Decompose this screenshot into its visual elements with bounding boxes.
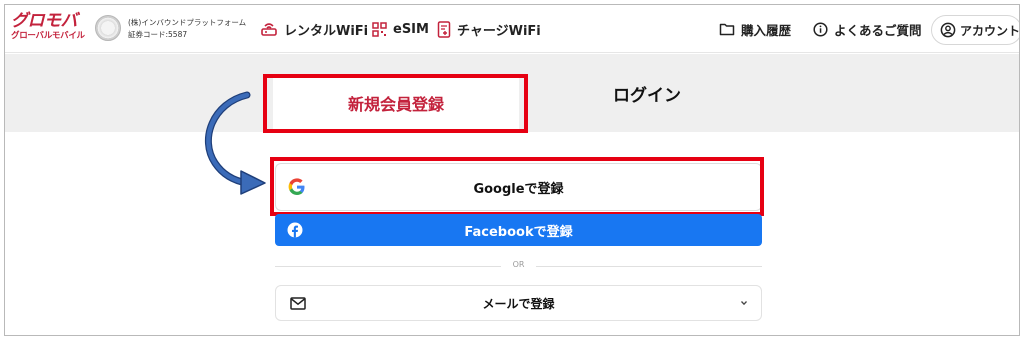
company-seal-icon [95,15,121,41]
tab-login[interactable]: ログイン [531,54,763,132]
stock-code: 証券コード:5587 [128,30,188,39]
site-header: グロモバ グローバルモバイル (株)インバウンドプラットフォーム 証券コード:5… [5,5,1019,53]
account-button[interactable]: アカウント [931,15,1020,45]
nav-charge-wifi[interactable]: チャージWiFi [437,5,541,53]
facebook-icon [287,222,303,238]
divider-line-left [275,266,501,267]
google-button-highlight-box [270,157,764,216]
nav-esim-label: eSIM [393,21,429,37]
nav-charge-wifi-label: チャージWiFi [457,23,541,39]
charge-icon [437,20,451,38]
curved-arrow-icon [204,91,266,195]
chevron-down-icon [741,301,747,306]
signup-tab-highlight-box [263,74,528,133]
logo-wordmark: グロモバ [11,11,78,31]
nav-faq[interactable]: よくあるご質問 [813,5,922,53]
nav-rental-wifi[interactable]: レンタルWiFi [260,5,368,53]
email-signup-label: メールで登録 [482,296,555,311]
info-icon [813,21,828,37]
user-icon [940,22,956,38]
facebook-signup-label: Facebookで登録 [464,224,573,240]
nav-purchase-history[interactable]: 購入履歴 [719,5,791,53]
company-info: (株)インバウンドプラットフォーム 証券コード:5587 [128,17,246,41]
mail-icon [290,297,306,310]
email-signup-button[interactable]: メールで登録 [275,285,762,321]
or-divider: OR [275,260,762,269]
logo-subtitle: グローバルモバイル [11,31,85,41]
nav-esim[interactable]: eSIM [372,5,429,53]
brand-logo[interactable]: グロモバ グローバルモバイル [11,11,93,47]
page-frame: グロモバ グローバルモバイル (株)インバウンドプラットフォーム 証券コード:5… [4,4,1020,336]
nav-rental-wifi-label: レンタルWiFi [284,23,369,39]
router-icon [261,23,277,36]
nav-purchase-history-label: 購入履歴 [741,22,792,38]
or-label: OR [512,260,525,269]
facebook-signup-button[interactable]: Facebookで登録 [275,214,762,246]
folder-icon [719,23,735,36]
company-name: (株)インバウンドプラットフォーム [128,18,247,27]
nav-faq-label: よくあるご質問 [834,22,922,38]
divider-line-right [536,266,762,267]
qr-code-icon [372,21,387,37]
account-button-label: アカウント [960,23,1020,38]
